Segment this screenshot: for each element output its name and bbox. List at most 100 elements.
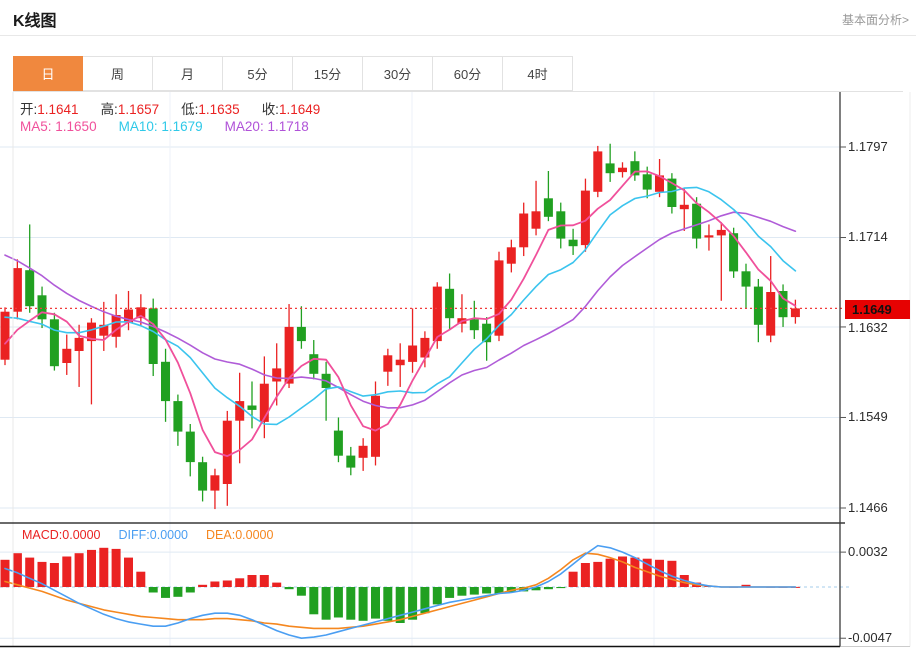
- macd-histogram-bar: [333, 587, 343, 618]
- candle-body: [185, 431, 195, 463]
- macd-histogram-bar: [62, 556, 72, 587]
- candle-body: [296, 326, 306, 342]
- macd-histogram-bar: [469, 587, 479, 595]
- close-label: 收:: [261, 102, 279, 117]
- high-label: 高:: [100, 102, 118, 117]
- kline-widget: K线图 基本面分析> 日 周 月 5分 15分 30分 60分 4时 开:1.1…: [0, 0, 916, 652]
- macd-legend: MACD:0.0000 DIFF:0.0000 DEA:0.0000: [22, 528, 291, 542]
- macd-histogram-bar: [309, 587, 319, 615]
- candle-body: [383, 355, 393, 372]
- candle-body: [148, 308, 158, 364]
- candle-body: [346, 455, 356, 468]
- macd-histogram-bar: [655, 559, 664, 588]
- macd-histogram-bar: [161, 587, 170, 598]
- candle-body: [247, 405, 257, 410]
- ma10-line: [4, 186, 797, 426]
- macd-histogram-bar: [457, 587, 467, 596]
- ma20-value: 1.1718: [267, 119, 309, 134]
- candle-body: [49, 319, 59, 367]
- macd-histogram-bar: [630, 557, 640, 587]
- current-price-tag: 1.1649: [845, 300, 910, 319]
- candle-body: [593, 151, 603, 192]
- candle-body: [519, 213, 529, 248]
- price-axis-label: 1.1632: [848, 320, 888, 335]
- candle-body: [210, 475, 220, 491]
- ohlc-legend: 开:1.1641 高:1.1657 低:1.1635 收:1.1649: [20, 98, 342, 118]
- macd-histogram-bar: [25, 557, 35, 587]
- macd-histogram-bar: [247, 575, 257, 587]
- open-label: 开:: [20, 102, 38, 117]
- candle-body: [333, 430, 343, 456]
- candle-body: [358, 445, 368, 458]
- macd-histogram-bar: [605, 558, 615, 587]
- candle-body: [766, 292, 776, 336]
- candle-body: [531, 211, 541, 229]
- candle-body: [605, 163, 615, 174]
- candle-body: [432, 286, 442, 342]
- ma10-label: MA10:: [118, 119, 158, 134]
- candle-body: [222, 420, 232, 484]
- candle-body: [692, 203, 702, 239]
- ma20-label: MA20:: [224, 119, 264, 134]
- macd-value: 0.0000: [62, 528, 101, 542]
- macd-histogram-bar: [259, 575, 269, 587]
- ma-legend: MA5: 1.1650 MA10: 1.1679 MA20: 1.1718: [20, 119, 331, 134]
- candle-body: [309, 354, 319, 374]
- ma5-label: MA5:: [20, 119, 52, 134]
- close-value: 1.1649: [278, 102, 321, 117]
- ma5-line: [4, 170, 797, 458]
- candle-body: [161, 361, 170, 402]
- dea-label: DEA:: [206, 528, 236, 542]
- candle-body: [543, 198, 553, 217]
- macd-histogram-bar: [346, 587, 356, 620]
- macd-histogram-bar: [49, 563, 59, 587]
- candle-body: [741, 271, 751, 287]
- candle-body: [445, 288, 455, 319]
- candle-body: [704, 235, 714, 238]
- candle-body: [506, 247, 516, 264]
- high-value: 1.1657: [117, 102, 160, 117]
- candle-body: [630, 161, 640, 176]
- macd-histogram-bar: [482, 587, 492, 594]
- candle-body: [679, 204, 689, 210]
- candle-body: [272, 368, 282, 382]
- macd-histogram-bar: [543, 587, 553, 590]
- candle-body: [62, 348, 72, 363]
- macd-histogram-bar: [173, 587, 183, 597]
- candle-body: [716, 229, 726, 236]
- macd-axis-label: -0.0047: [848, 630, 893, 645]
- price-axis-label: 1.1714: [848, 229, 888, 244]
- macd-histogram-bar: [12, 553, 22, 587]
- open-value: 1.1641: [37, 102, 79, 117]
- candle-body: [74, 337, 84, 351]
- diff-label: DIFF:: [118, 528, 150, 542]
- macd-histogram-bar: [593, 561, 603, 587]
- candle-body: [173, 401, 183, 432]
- macd-histogram-bar: [284, 587, 294, 590]
- macd-histogram-bar: [136, 571, 146, 587]
- low-label: 低:: [181, 102, 199, 117]
- price-axis-label: 1.1797: [848, 139, 888, 154]
- candle-body: [408, 345, 418, 362]
- candle-body: [618, 167, 627, 173]
- macd-histogram-bar: [445, 587, 455, 598]
- price-axis-label: 1.1549: [848, 409, 888, 424]
- ma5-value: 1.1650: [55, 119, 97, 134]
- macd-histogram-bar: [383, 587, 393, 621]
- macd-histogram-bar: [272, 582, 282, 587]
- candle-body: [642, 174, 652, 190]
- macd-histogram-bar: [198, 584, 208, 587]
- macd-histogram-bar: [74, 553, 84, 587]
- price-axis-label: 1.1466: [848, 500, 888, 515]
- macd-histogram-bar: [580, 563, 590, 587]
- candle-body: [12, 268, 22, 312]
- candle-body: [37, 295, 47, 320]
- candle-body: [0, 311, 10, 360]
- macd-histogram-bar: [358, 587, 368, 621]
- macd-histogram-bar: [99, 547, 109, 587]
- candle-body: [469, 319, 479, 331]
- macd-histogram-bar: [235, 578, 245, 587]
- macd-histogram-bar: [148, 587, 158, 593]
- macd-axis-label: 0.0032: [848, 544, 888, 559]
- candle-body: [259, 383, 269, 422]
